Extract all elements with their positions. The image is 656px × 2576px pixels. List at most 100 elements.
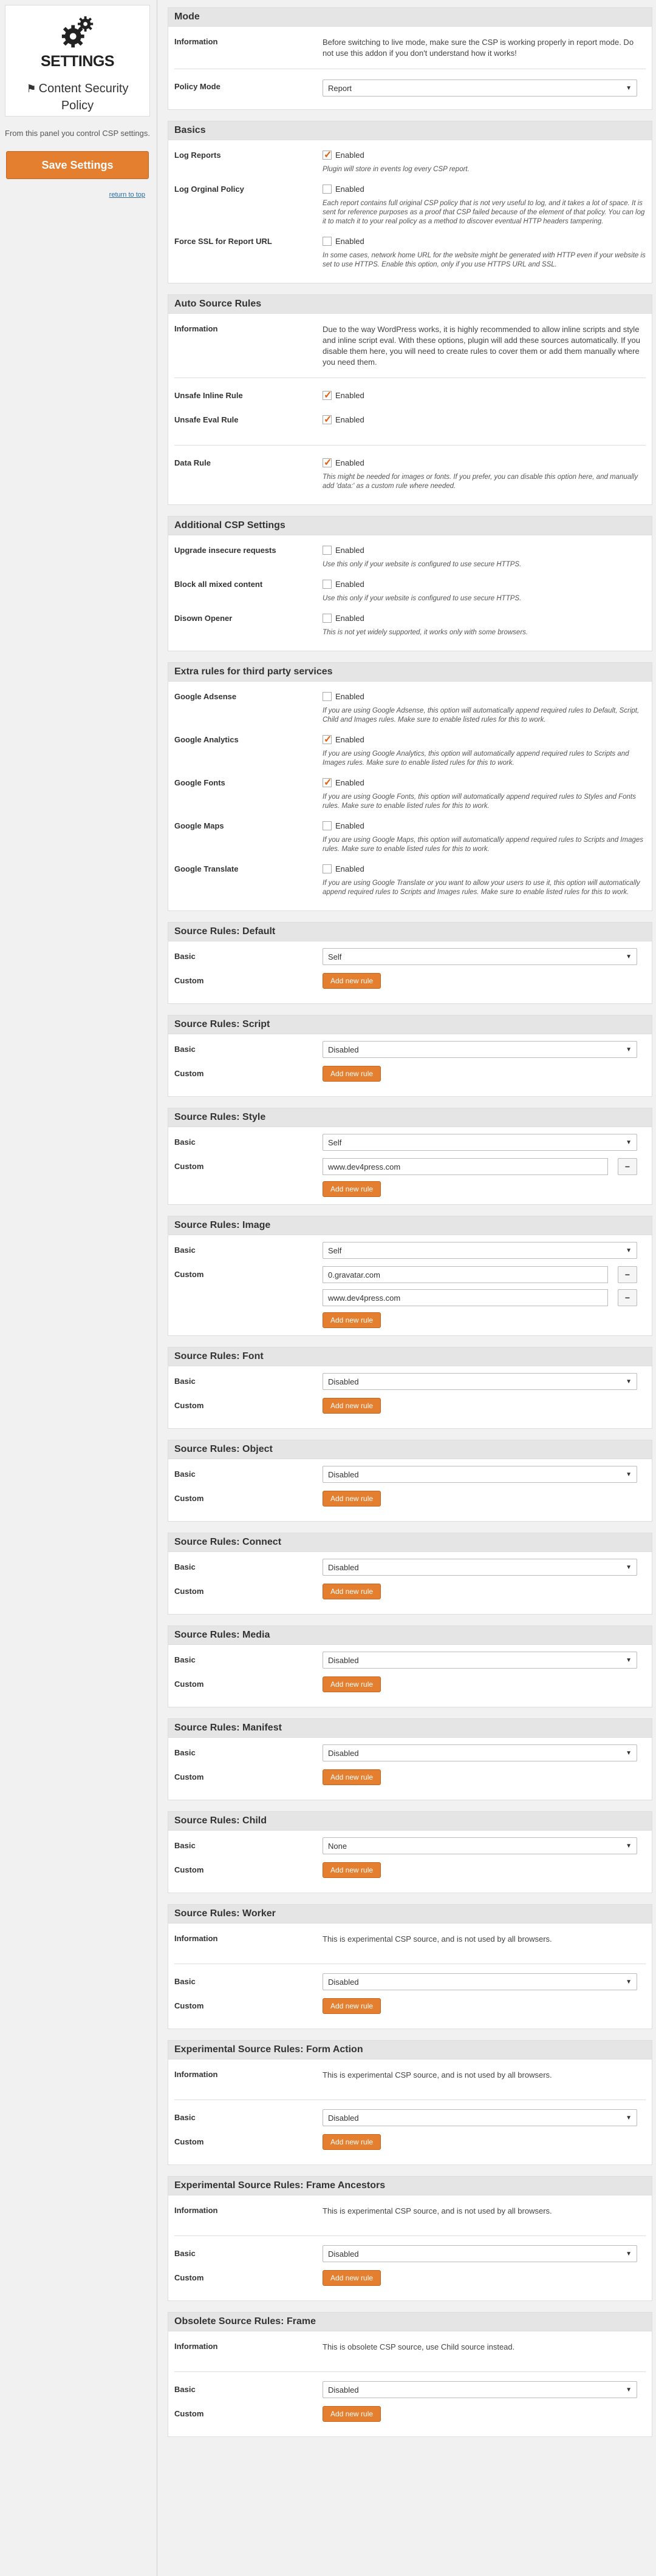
custom-rule-input[interactable]: www.dev4press.com <box>323 1158 608 1175</box>
select-value: Disabled <box>328 1655 359 1665</box>
remove-rule-button[interactable]: − <box>618 1266 637 1283</box>
panel-third-party: Extra rules for third party services Goo… <box>168 662 652 911</box>
log-reports-checkbox[interactable]: Enabled <box>323 149 364 161</box>
log-original-checkbox[interactable]: Enabled <box>323 185 364 194</box>
force-ssl-checkbox[interactable]: Enabled <box>323 237 364 246</box>
basic-select[interactable]: Disabled ▼ <box>323 2109 637 2126</box>
log-reports-note: Plugin will store in events log every CS… <box>323 166 470 173</box>
block-mixed-checkbox[interactable]: Enabled <box>323 580 364 589</box>
google-fonts-checkbox[interactable]: Enabled <box>323 776 364 788</box>
checkbox-label: Enabled <box>335 735 364 744</box>
checkbox-label: Enabled <box>335 864 364 873</box>
basic-select[interactable]: Disabled ▼ <box>323 1973 637 1990</box>
upgrade-insecure-checkbox[interactable]: Enabled <box>323 546 364 555</box>
dropdown-caret-icon: ▼ <box>626 1749 632 1757</box>
basic-select[interactable]: Disabled ▼ <box>323 1373 637 1390</box>
custom-label: Custom <box>174 1587 204 1596</box>
remove-rule-button[interactable]: − <box>618 1158 637 1175</box>
panel-title: Auto Source Rules <box>168 295 652 314</box>
checkbox-box[interactable] <box>323 185 332 194</box>
custom-label: Custom <box>174 1679 204 1689</box>
add-new-rule-button[interactable]: Add new rule <box>323 1998 381 2014</box>
add-new-rule-button[interactable]: Add new rule <box>323 1066 381 1082</box>
panel-source-frame-ancestors: Experimental Source Rules: Frame Ancesto… <box>168 2176 652 2301</box>
policy-mode-select[interactable]: Report ▼ <box>323 80 637 97</box>
basic-label: Basic <box>174 1748 196 1757</box>
information-label: Information <box>174 2342 218 2351</box>
basic-label: Basic <box>174 1562 196 1571</box>
google-maps-checkbox[interactable]: Enabled <box>323 821 364 830</box>
checkbox-box[interactable] <box>323 821 332 830</box>
select-value: Self <box>328 1246 342 1255</box>
custom-label: Custom <box>174 1270 204 1279</box>
checkbox-box[interactable] <box>323 237 332 246</box>
return-to-top-link[interactable]: return to top <box>0 191 145 198</box>
log-original-label: Log Orginal Policy <box>174 185 244 194</box>
basic-select[interactable]: Disabled ▼ <box>323 1559 637 1576</box>
panel-title: Obsolete Source Rules: Frame <box>168 2313 652 2331</box>
google-adsense-note: If you are using Google Adsense, this op… <box>323 707 640 724</box>
basic-select[interactable]: Self ▼ <box>323 1242 637 1259</box>
basic-select[interactable]: Disabled ▼ <box>323 1652 637 1669</box>
basic-label: Basic <box>174 1137 196 1147</box>
basic-select[interactable]: Disabled ▼ <box>323 1466 637 1483</box>
checkbox-box[interactable] <box>323 692 332 701</box>
dropdown-caret-icon: ▼ <box>626 1564 632 1571</box>
dropdown-caret-icon: ▼ <box>626 2250 632 2257</box>
block-mixed-note: Use this only if your website is configu… <box>323 595 522 602</box>
checkbox-box[interactable] <box>323 149 332 161</box>
data-rule-label: Data Rule <box>174 458 211 467</box>
basic-select[interactable]: Disabled ▼ <box>323 2245 637 2262</box>
save-settings-button[interactable]: Save Settings <box>6 151 149 179</box>
add-new-rule-button[interactable]: Add new rule <box>323 2406 381 2422</box>
add-new-rule-button[interactable]: Add new rule <box>323 1676 381 1692</box>
add-new-rule-button[interactable]: Add new rule <box>323 1181 381 1197</box>
unsafe-inline-checkbox[interactable]: Enabled <box>323 389 364 401</box>
disown-opener-checkbox[interactable]: Enabled <box>323 614 364 623</box>
select-value: Disabled <box>328 1748 359 1758</box>
add-new-rule-button[interactable]: Add new rule <box>323 1862 381 1878</box>
remove-rule-button[interactable]: − <box>618 1289 637 1306</box>
add-new-rule-button[interactable]: Add new rule <box>323 1769 381 1785</box>
custom-rule-input[interactable]: www.dev4press.com <box>323 1289 608 1306</box>
google-adsense-checkbox[interactable]: Enabled <box>323 692 364 701</box>
checkbox-box[interactable] <box>323 614 332 623</box>
checkbox-box[interactable] <box>323 733 332 745</box>
checkbox-box[interactable] <box>323 864 332 873</box>
form-action-info-text: This is experimental CSP source, and is … <box>323 2070 552 2079</box>
data-rule-note: This might be needed for images or fonts… <box>323 473 638 490</box>
checkbox-box[interactable] <box>323 456 332 469</box>
custom-label: Custom <box>174 1069 204 1078</box>
dropdown-caret-icon: ▼ <box>626 1978 632 1985</box>
basic-select[interactable]: Disabled ▼ <box>323 2381 637 2398</box>
add-new-rule-button[interactable]: Add new rule <box>323 1584 381 1599</box>
add-new-rule-button[interactable]: Add new rule <box>323 973 381 989</box>
custom-rule-input[interactable]: 0.gravatar.com <box>323 1266 608 1283</box>
custom-label: Custom <box>174 1865 204 1874</box>
checkbox-box[interactable] <box>323 413 332 425</box>
worker-info-text: This is experimental CSP source, and is … <box>323 1934 552 1944</box>
google-translate-note: If you are using Google Translate or you… <box>323 880 640 896</box>
unsafe-eval-checkbox[interactable]: Enabled <box>323 413 364 425</box>
basic-select[interactable]: Self ▼ <box>323 948 637 965</box>
add-new-rule-button[interactable]: Add new rule <box>323 1312 381 1328</box>
policy-mode-label: Policy Mode <box>174 82 220 91</box>
checkbox-box[interactable] <box>323 546 332 555</box>
add-new-rule-button[interactable]: Add new rule <box>323 1398 381 1414</box>
google-analytics-note: If you are using Google Analytics, this … <box>323 750 629 767</box>
panel-source-default: Source Rules: Default Basic Self ▼ Custom… <box>168 922 652 1004</box>
add-new-rule-button[interactable]: Add new rule <box>323 2134 381 2150</box>
checkbox-box[interactable] <box>323 580 332 589</box>
checkbox-box[interactable] <box>323 776 332 788</box>
checkbox-box[interactable] <box>323 389 332 401</box>
google-analytics-checkbox[interactable]: Enabled <box>323 733 364 745</box>
basic-select[interactable]: None ▼ <box>323 1837 637 1854</box>
add-new-rule-button[interactable]: Add new rule <box>323 1491 381 1507</box>
add-new-rule-button[interactable]: Add new rule <box>323 2270 381 2286</box>
data-rule-checkbox[interactable]: Enabled <box>323 456 364 469</box>
custom-label: Custom <box>174 2137 204 2146</box>
basic-select[interactable]: Disabled ▼ <box>323 1744 637 1761</box>
basic-select[interactable]: Self ▼ <box>323 1134 637 1151</box>
basic-select[interactable]: Disabled ▼ <box>323 1041 637 1058</box>
google-translate-checkbox[interactable]: Enabled <box>323 864 364 873</box>
